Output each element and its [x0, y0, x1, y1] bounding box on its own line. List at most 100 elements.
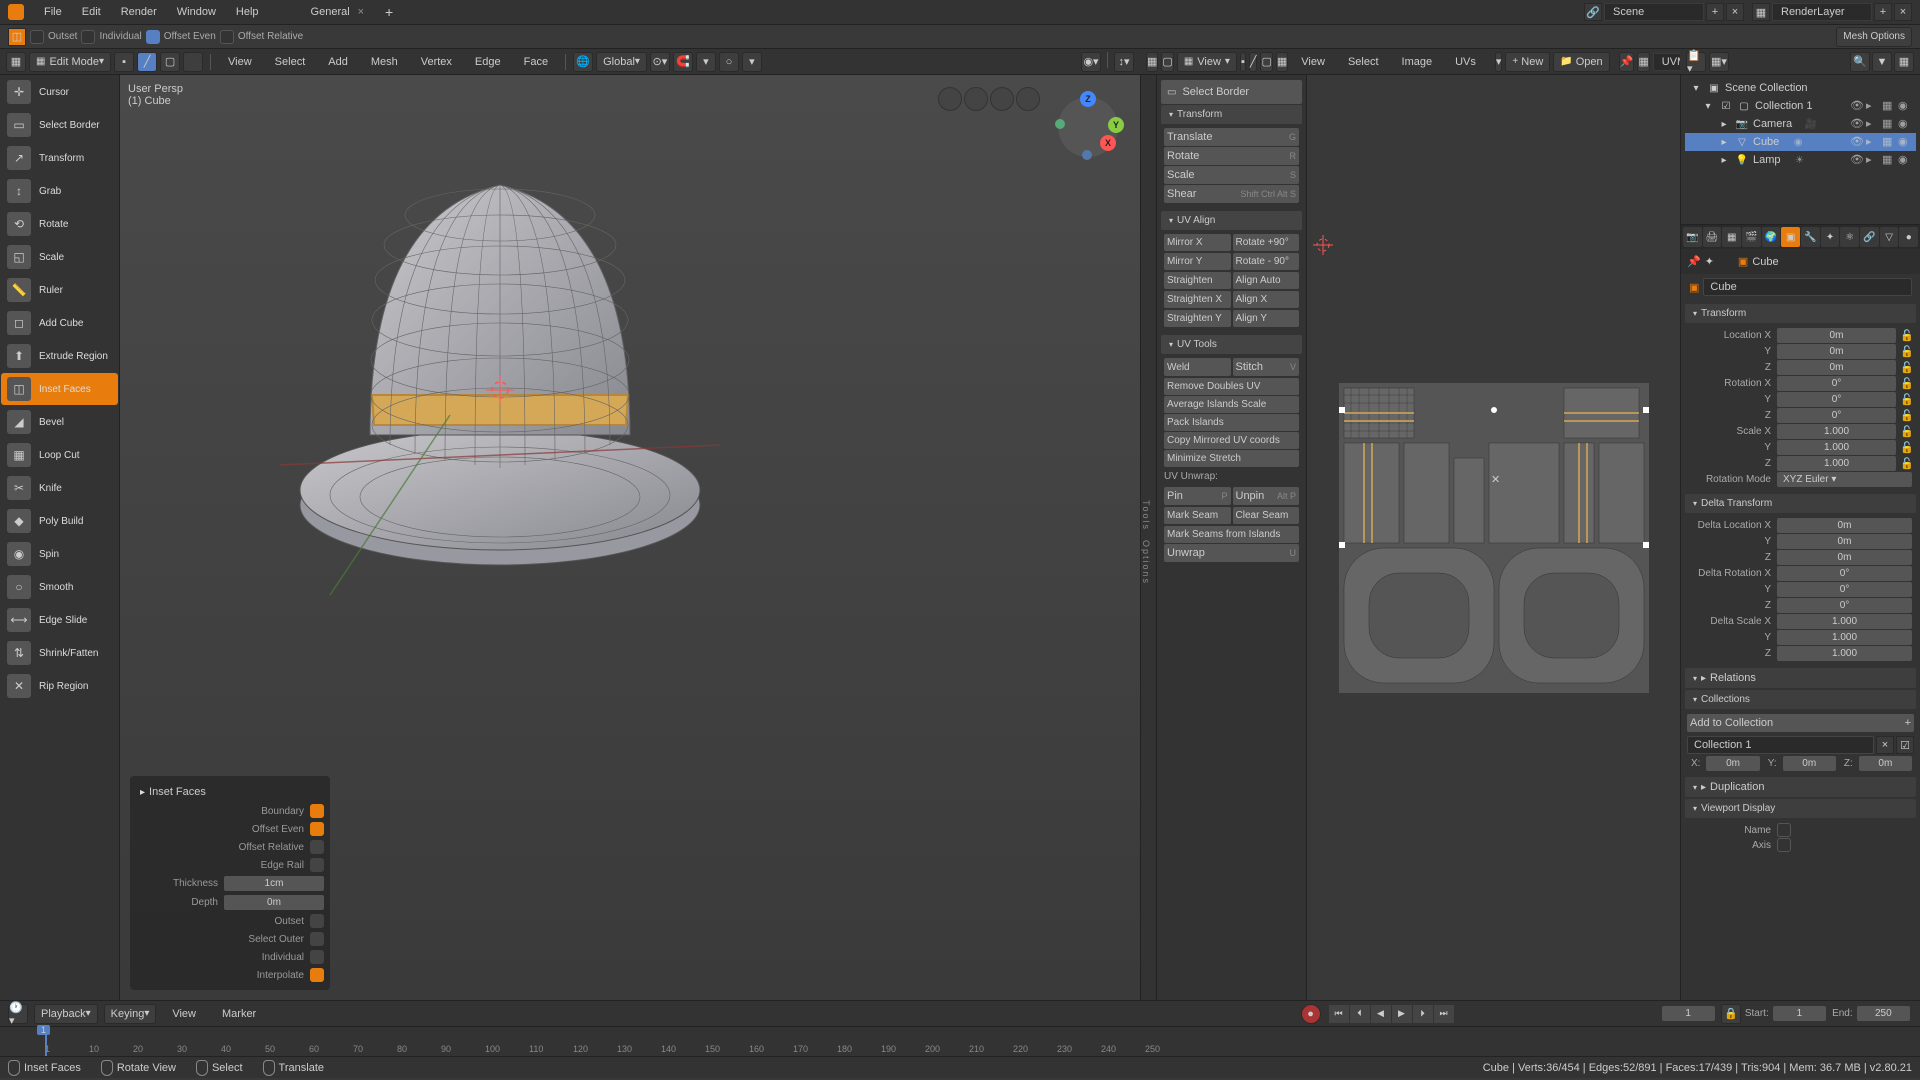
renderlayer-icon[interactable]: ▦: [1752, 3, 1770, 21]
tool-shrink/fatten[interactable]: ⇅Shrink/Fatten: [1, 637, 118, 669]
uv-mirror-x-button[interactable]: Mirror X: [1164, 234, 1231, 251]
modifier-tab-icon[interactable]: 🔧: [1801, 227, 1820, 247]
material-tab-icon[interactable]: ●: [1899, 227, 1918, 247]
uv-straighten-y-button[interactable]: Straighten Y: [1164, 310, 1231, 327]
keyframe-next-icon[interactable]: ⏵: [1413, 1005, 1433, 1023]
image-link-icon[interactable]: ▾: [1495, 52, 1503, 72]
select-mode-icon[interactable]: [183, 52, 203, 72]
outliner-display-icon[interactable]: ▦▾: [1709, 52, 1729, 72]
collections-header[interactable]: Collections: [1685, 690, 1916, 709]
timeline-view-menu[interactable]: View: [162, 1001, 206, 1026]
close-icon[interactable]: ×: [358, 6, 364, 18]
vert-select-icon[interactable]: ▪: [114, 52, 134, 72]
pivot-icon[interactable]: ⊙▾: [650, 52, 670, 72]
redo-outset-checkbox[interactable]: [310, 914, 324, 928]
outliner-type-icon[interactable]: 📋▾: [1686, 52, 1706, 72]
prop-scale-x-field[interactable]: 1.000: [1777, 424, 1896, 439]
prop-scale-y-field[interactable]: 1.000: [1777, 630, 1912, 645]
uv-minimize-stretch-button[interactable]: Minimize Stretch: [1164, 450, 1299, 467]
scene-new-button[interactable]: +: [1706, 3, 1724, 21]
tool-knife[interactable]: ✂Knife: [1, 472, 118, 504]
tab-general[interactable]: General ×: [299, 0, 377, 24]
proportional-type-icon[interactable]: ▾: [742, 52, 762, 72]
uv-average-islands-scale-button[interactable]: Average Islands Scale: [1164, 396, 1299, 413]
edge-select-icon[interactable]: ╱: [137, 52, 157, 72]
outliner-scene[interactable]: ▾▣Scene Collection: [1685, 79, 1916, 97]
end-frame-field[interactable]: 250: [1857, 1006, 1910, 1021]
gizmo-icon[interactable]: ↕▾: [1114, 52, 1134, 72]
uv-translate-button[interactable]: TranslateG: [1164, 128, 1299, 146]
tool-grab[interactable]: ↕Grab: [1, 175, 118, 207]
search-icon[interactable]: 🔍: [1850, 52, 1870, 72]
persp-icon[interactable]: [1016, 87, 1040, 111]
offset-even-checkbox[interactable]: [146, 30, 160, 44]
unwrap-button[interactable]: UnwrapU: [1164, 544, 1299, 562]
tool-inset-faces[interactable]: ◫Inset Faces: [1, 373, 118, 405]
menu-window[interactable]: Window: [167, 0, 226, 25]
redo-offset-even-checkbox[interactable]: [310, 822, 324, 836]
prop-rot-x-field[interactable]: 0°: [1777, 566, 1912, 581]
prop-loc-y-field[interactable]: 0m: [1777, 534, 1912, 549]
renderlayer-field[interactable]: RenderLayer: [1772, 3, 1872, 21]
uv-uvs-menu[interactable]: UVs: [1445, 49, 1486, 74]
uv-alignauto-button[interactable]: Align Auto: [1233, 272, 1300, 289]
collection-toggle-icon[interactable]: ☑: [1896, 736, 1914, 754]
rotation-mode-dropdown[interactable]: XYZ Euler ▾: [1777, 472, 1912, 487]
uv-vert-icon[interactable]: ▪: [1240, 52, 1246, 72]
uv-view-dropdown[interactable]: ▦ View▾: [1177, 52, 1237, 72]
renderlayer-delete-button[interactable]: ×: [1894, 3, 1912, 21]
prop-loc-x-field[interactable]: 0m: [1777, 328, 1896, 343]
outliner-collection[interactable]: ▾☑▢Collection 1 👁▸▦◉: [1685, 97, 1916, 115]
relations-header[interactable]: ▸ Relations: [1685, 668, 1916, 688]
uv-shear-button[interactable]: ShearShift Ctrl Alt S: [1164, 185, 1299, 203]
autokey-icon[interactable]: ●: [1301, 1004, 1321, 1024]
vd-axis-checkbox[interactable]: [1777, 838, 1791, 852]
prop-scale-z-field[interactable]: 1.000: [1777, 456, 1896, 471]
particle-tab-icon[interactable]: ✦: [1821, 227, 1840, 247]
pin-icon[interactable]: 📌: [1687, 255, 1701, 268]
uv-aligny-button[interactable]: Align Y: [1233, 310, 1300, 327]
uvmap-icon[interactable]: ▦: [1637, 52, 1649, 72]
tool-ruler[interactable]: 📏Ruler: [1, 274, 118, 306]
redo-panel-header[interactable]: ▸ Inset Faces: [136, 782, 324, 802]
output-tab-icon[interactable]: 🖨: [1703, 227, 1722, 247]
prop-rot-y-field[interactable]: 0°: [1777, 392, 1896, 407]
col-x-value[interactable]: 0m: [1706, 756, 1759, 771]
prop-scale-y-field[interactable]: 1.000: [1777, 440, 1896, 455]
snap-type-icon[interactable]: ▾: [696, 52, 716, 72]
zoom-icon[interactable]: [938, 87, 962, 111]
uv-select-border-button[interactable]: ▭ Select Border: [1161, 80, 1302, 104]
menu-file[interactable]: File: [34, 0, 72, 25]
tool-scale[interactable]: ◱Scale: [1, 241, 118, 273]
prop-loc-y-field[interactable]: 0m: [1777, 344, 1896, 359]
uv-alignx-button[interactable]: Align X: [1233, 291, 1300, 308]
uv-remove-doubles-uv-button[interactable]: Remove Doubles UV: [1164, 378, 1299, 395]
tool-rip-region[interactable]: ✕Rip Region: [1, 670, 118, 702]
col-y-value[interactable]: 0m: [1783, 756, 1836, 771]
lock-icon[interactable]: 🔓: [1900, 457, 1914, 471]
orientation-dropdown[interactable]: Global ▾: [596, 52, 647, 72]
timeline-type-icon[interactable]: 🕐▾: [8, 1004, 28, 1024]
redo-edge-rail-checkbox[interactable]: [310, 858, 324, 872]
mesh-menu[interactable]: Mesh: [361, 49, 408, 74]
data-tab-icon[interactable]: ▽: [1880, 227, 1899, 247]
prop-loc-x-field[interactable]: 0m: [1777, 518, 1912, 533]
lock-icon[interactable]: 🔓: [1900, 393, 1914, 407]
current-frame-field[interactable]: 1: [1662, 1006, 1715, 1021]
vertex-menu[interactable]: Vertex: [411, 49, 462, 74]
prop-loc-z-field[interactable]: 0m: [1777, 550, 1912, 565]
orientation-icon[interactable]: 🌐: [573, 52, 593, 72]
camera-icon[interactable]: [990, 87, 1014, 111]
tool-edge-slide[interactable]: ⟷Edge Slide: [1, 604, 118, 636]
mark-seam-button[interactable]: Mark Seam: [1164, 507, 1231, 524]
open-image-button[interactable]: 📁 Open: [1553, 52, 1609, 72]
uv-island-icon[interactable]: ▦: [1276, 52, 1288, 72]
redo-select-outer-checkbox[interactable]: [310, 932, 324, 946]
start-frame-field[interactable]: 1: [1773, 1006, 1826, 1021]
scene-delete-button[interactable]: ×: [1726, 3, 1744, 21]
face-select-icon[interactable]: ▢: [160, 52, 180, 72]
redo-individual-checkbox[interactable]: [310, 950, 324, 964]
play-icon[interactable]: ▶: [1392, 1005, 1412, 1023]
object-name-field[interactable]: Cube: [1703, 278, 1912, 296]
tool-poly-build[interactable]: ◆Poly Build: [1, 505, 118, 537]
